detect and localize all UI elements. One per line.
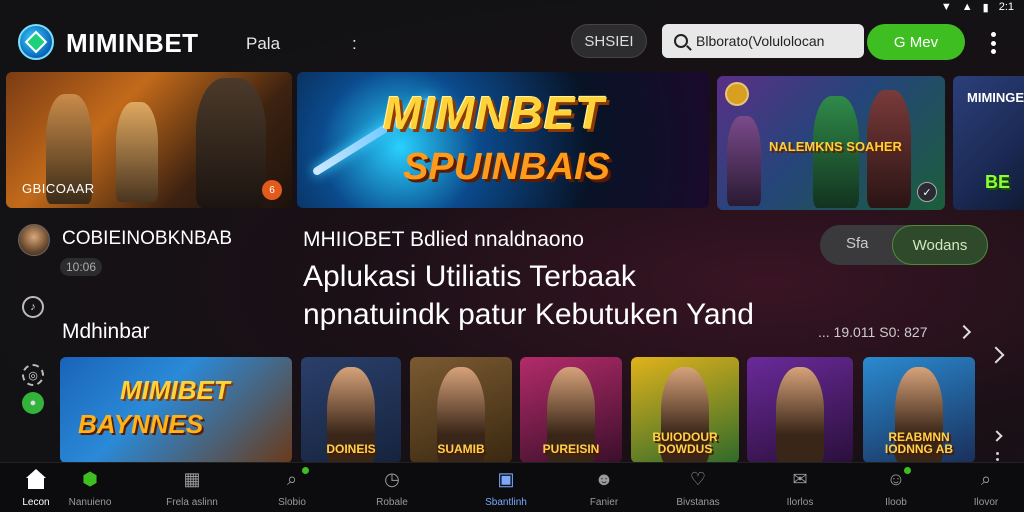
heart-icon: ♡ [689,468,707,489]
card-title: SUAMIB [437,442,485,456]
chevron-right-icon[interactable] [987,346,1005,364]
nav-item[interactable]: ▦ Frela aslinn [162,467,222,512]
search-icon: ⌕ [286,468,298,489]
nav-label: Sbantlinh [485,497,527,508]
banner-4[interactable]: MIMINGE BE [953,76,1024,210]
menu-link[interactable]: Pala [246,34,280,54]
clock-time: 2:1 [998,1,1014,13]
nav-label: Robale [376,497,408,508]
nav-label: Bivstanas [676,497,720,508]
nav-item[interactable]: ⌕ Ilovor [956,467,1016,512]
banner-main[interactable]: MIMNBET SPUINBAIS [297,72,709,208]
clock-icon: ◷ [384,468,400,489]
nav-item[interactable]: ☻ Fanier [574,467,634,512]
brand-name[interactable]: MIMINBET [66,28,199,59]
banner-3[interactable]: NALEMKNS SOAHER ✓ [717,76,945,210]
nav-item[interactable]: ▣ Sbantlinh [476,467,536,512]
chat-icon: ▣ [497,468,515,489]
nav-item[interactable]: ☺ Iloob [866,467,926,512]
menu-more[interactable]: : [352,34,357,54]
banner-title: NALEMKNS SOAHER [769,139,902,154]
notification-dot [302,467,309,474]
segment-toggle[interactable]: Sfa Wodans [820,225,988,265]
nav-label: Slobio [278,497,306,508]
nav-item[interactable]: ♡ Bivstanas [668,467,728,512]
game-card[interactable] [747,357,853,463]
nav-item[interactable]: ⬢ Nanuieno [60,467,120,512]
headline-line-2: npnatuindk patur Kebutuken Yand [303,298,754,331]
search-icon [674,34,688,48]
home-icon [24,467,48,491]
chevron-right-icon[interactable] [956,324,972,340]
hero-figure [727,116,761,206]
headline-line-1: Aplukasi Utiliatis Terbaak [303,260,636,293]
nav-item[interactable]: ✉ Ilorlos [770,467,830,512]
more-vertical-icon[interactable] [990,32,996,54]
search-value: Blborato(Volulolocan [696,33,825,49]
game-card[interactable]: SUAMIB [410,357,512,463]
game-card[interactable]: BUIODOUR DOWDUS [631,357,739,463]
profile-name: COBIEINOBKNBAB [62,228,232,249]
logo-icon[interactable] [18,24,54,60]
signal-icon: ▼ [940,1,952,13]
battery-icon: ▮ [982,1,989,14]
status-bar: ▼ ▲ ▮ 2:1 [941,0,1014,14]
message-icon: ✉ [792,468,808,489]
banner-1[interactable]: GBICOAAR 6 [6,72,292,208]
toggle-option-right[interactable]: Wodans [892,225,988,265]
banner-title: MIMINGE [967,90,1024,105]
nav-label: Fanier [589,497,619,508]
shield-icon: ⬢ [82,468,98,489]
nav-home[interactable]: Lecon [6,467,66,512]
headline-kicker: MHIIOBET Bdlied nnaldnaono [303,228,584,251]
profile-time: 10:06 [60,258,103,276]
check-icon[interactable]: ✓ [917,182,937,202]
card-title: MIMIBET [120,375,230,405]
hero-figure [196,78,266,208]
nav-label: Frela aslinn [166,497,218,508]
nav-item[interactable]: ◷ Robale [362,467,422,512]
toggle-option-left[interactable]: Sfa [846,235,869,252]
grid-icon: ▦ [183,468,201,489]
banner-badge: 6 [262,180,282,200]
go-button[interactable]: G Mev [867,24,965,60]
card-title: BUIODOUR DOWDUS [652,430,718,456]
banner-caption: GBICOAAR [22,181,95,196]
nav-label: Iloob [885,497,907,508]
chevron-right-icon[interactable] [991,430,1003,442]
game-card[interactable]: REABMNN IODNNG AB [863,357,975,463]
search-input[interactable]: Blborato(Volulolocan [662,24,864,58]
hero-figure [776,367,824,463]
card-title: DOINEIS [326,442,376,456]
card-title: PUREISIN [542,442,600,456]
wifi-icon: ▲ [961,1,973,13]
game-card[interactable]: PUREISIN [520,357,622,463]
nav-label: Ilovor [973,497,999,508]
game-card[interactable]: DOINEIS [301,357,401,463]
app-header: MIMINBET Pala : SHSIEI Blborato(Volulolo… [0,18,1024,68]
people-icon: ☻ [594,468,614,489]
settings-icon[interactable]: ◎ [22,364,44,386]
nav-item[interactable]: ⌕ Slobio [262,467,322,512]
banner-tag: BE [985,172,1011,192]
card-title: REABMNN IODNNG AB [884,430,954,456]
nav-label: Ilorlos [786,497,814,508]
section-title: Mdhinbar [62,320,150,343]
game-card[interactable]: MIMIBET BAYNNES [60,357,292,463]
nav-label: Lecon [22,497,50,508]
chat-icon[interactable]: ● [22,392,44,414]
notification-dot [904,467,911,474]
banner-subtitle: SPUINBAIS [403,146,610,188]
shield-button[interactable]: SHSIEI [571,24,647,58]
avatar[interactable] [18,224,50,256]
tiktok-icon[interactable]: ♪ [22,296,44,318]
hero-figure [116,102,158,202]
meta-row: ... 19.011 S0: 827 [818,324,928,340]
card-subtitle: BAYNNES [78,409,204,439]
search-icon: ⌕ [980,468,992,489]
banner-title: MIMNBET [383,87,605,139]
game-logo-icon [725,82,749,106]
nav-label: Nanuieno [68,497,112,508]
bottom-nav: Lecon ⬢ Nanuieno ▦ Frela aslinn ⌕ Slobio… [0,462,1024,512]
